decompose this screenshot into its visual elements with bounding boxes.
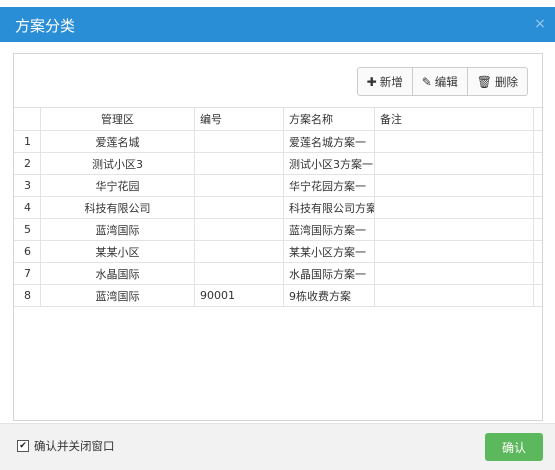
- row-plan-name: 华宁花园方案一: [283, 175, 374, 196]
- edit-button[interactable]: ✎ 编辑: [411, 67, 468, 96]
- add-button-label: 新增: [379, 74, 403, 89]
- row-index: 2: [24, 157, 31, 170]
- row-code: [194, 197, 283, 218]
- row-remark: [374, 263, 533, 284]
- row-remark: [374, 241, 533, 262]
- row-plan-name: 某某小区方案一: [283, 241, 374, 262]
- row-area: 爱莲名城: [40, 131, 194, 152]
- header-cell-scroll: [533, 108, 542, 130]
- table-row[interactable]: 1 爱莲名城 爱莲名城方案一: [14, 131, 542, 153]
- row-filler: [533, 219, 542, 240]
- row-filler: [533, 263, 542, 284]
- row-code: [194, 153, 283, 174]
- dialog-titlebar: 方案分类 ×: [0, 7, 555, 42]
- row-area: 测试小区3: [40, 153, 194, 174]
- row-filler: [533, 153, 542, 174]
- row-remark: [374, 197, 533, 218]
- row-plan-name: 9栋收费方案: [283, 285, 374, 306]
- row-filler: [533, 175, 542, 196]
- dialog-footer: ✔ 确认并关闭窗口 确认: [0, 423, 555, 470]
- row-index: 8: [24, 289, 31, 302]
- row-index: 4: [24, 201, 31, 214]
- row-index: 1: [24, 135, 31, 148]
- confirm-close-label[interactable]: 确认并关闭窗口: [34, 438, 115, 454]
- add-button[interactable]: ✚ 新增: [356, 67, 413, 96]
- edit-icon: ✎: [421, 74, 432, 89]
- header-cell-remark[interactable]: 备注: [374, 108, 533, 130]
- row-code: [194, 219, 283, 240]
- row-code: [194, 263, 283, 284]
- row-code: 90001: [194, 285, 283, 306]
- row-filler: [533, 285, 542, 306]
- row-index: 6: [24, 245, 31, 258]
- confirm-close-checkbox[interactable]: ✔: [17, 440, 29, 452]
- row-remark: [374, 175, 533, 196]
- table-row[interactable]: 7 水晶国际 水晶国际方案一: [14, 263, 542, 285]
- table-row[interactable]: 3 华宁花园 华宁花园方案一: [14, 175, 542, 197]
- delete-button[interactable]: 🗑 删除: [466, 67, 528, 96]
- row-index: 3: [24, 179, 31, 192]
- row-area: 科技有限公司: [40, 197, 194, 218]
- delete-button-label: 删除: [495, 74, 518, 89]
- trash-icon: 🗑: [476, 74, 492, 89]
- row-filler: [533, 131, 542, 152]
- row-filler: [533, 197, 542, 218]
- row-index: 7: [24, 267, 31, 280]
- plus-icon: ✚: [366, 74, 377, 89]
- table-row[interactable]: 6 某某小区 某某小区方案一: [14, 241, 542, 263]
- table-row[interactable]: 4 科技有限公司 科技有限公司方案: [14, 197, 542, 219]
- dialog-title: 方案分类: [15, 17, 76, 35]
- row-plan-name: 蓝湾国际方案一: [283, 219, 374, 240]
- row-area: 水晶国际: [40, 263, 194, 284]
- content-panel: ✚ 新增 ✎ 编辑 🗑 删除 管理区 编号 方案名称 备注 1 爱莲名城 爱莲名城方…: [13, 53, 543, 421]
- table-header-row: 管理区 编号 方案名称 备注: [14, 108, 542, 131]
- toolbar: ✚ 新增 ✎ 编辑 🗑 删除: [356, 67, 528, 96]
- row-area: 华宁花园: [40, 175, 194, 196]
- row-code: [194, 131, 283, 152]
- table-row[interactable]: 5 蓝湾国际 蓝湾国际方案一: [14, 219, 542, 241]
- row-area: 某某小区: [40, 241, 194, 262]
- data-grid: 管理区 编号 方案名称 备注 1 爱莲名城 爱莲名城方案一 2 测试小区3 测试小区3方案…: [14, 107, 542, 307]
- row-plan-name: 科技有限公司方案: [283, 197, 374, 218]
- close-icon[interactable]: ×: [533, 17, 547, 31]
- row-remark: [374, 131, 533, 152]
- row-area: 蓝湾国际: [40, 285, 194, 306]
- row-area: 蓝湾国际: [40, 219, 194, 240]
- header-cell-code[interactable]: 编号: [194, 108, 283, 130]
- header-cell-index: [14, 108, 40, 130]
- row-code: [194, 241, 283, 262]
- row-plan-name: 爱莲名城方案一: [283, 131, 374, 152]
- row-plan-name: 测试小区3方案一: [283, 153, 374, 174]
- row-remark: [374, 285, 533, 306]
- row-remark: [374, 153, 533, 174]
- header-cell-area[interactable]: 管理区: [40, 108, 194, 130]
- edit-button-label: 编辑: [434, 74, 458, 89]
- table-body: 1 爱莲名城 爱莲名城方案一 2 测试小区3 测试小区3方案一 3 华宁花园 华宁花园方案一 4 科…: [14, 131, 542, 307]
- row-code: [194, 175, 283, 196]
- row-remark: [374, 219, 533, 240]
- table-row[interactable]: 8 蓝湾国际 90001 9栋收费方案: [14, 285, 542, 307]
- header-cell-plan-name[interactable]: 方案名称: [283, 108, 374, 130]
- row-filler: [533, 241, 542, 262]
- confirm-button[interactable]: 确认: [485, 433, 543, 461]
- table-row[interactable]: 2 测试小区3 测试小区3方案一: [14, 153, 542, 175]
- row-plan-name: 水晶国际方案一: [283, 263, 374, 284]
- row-index: 5: [24, 223, 31, 236]
